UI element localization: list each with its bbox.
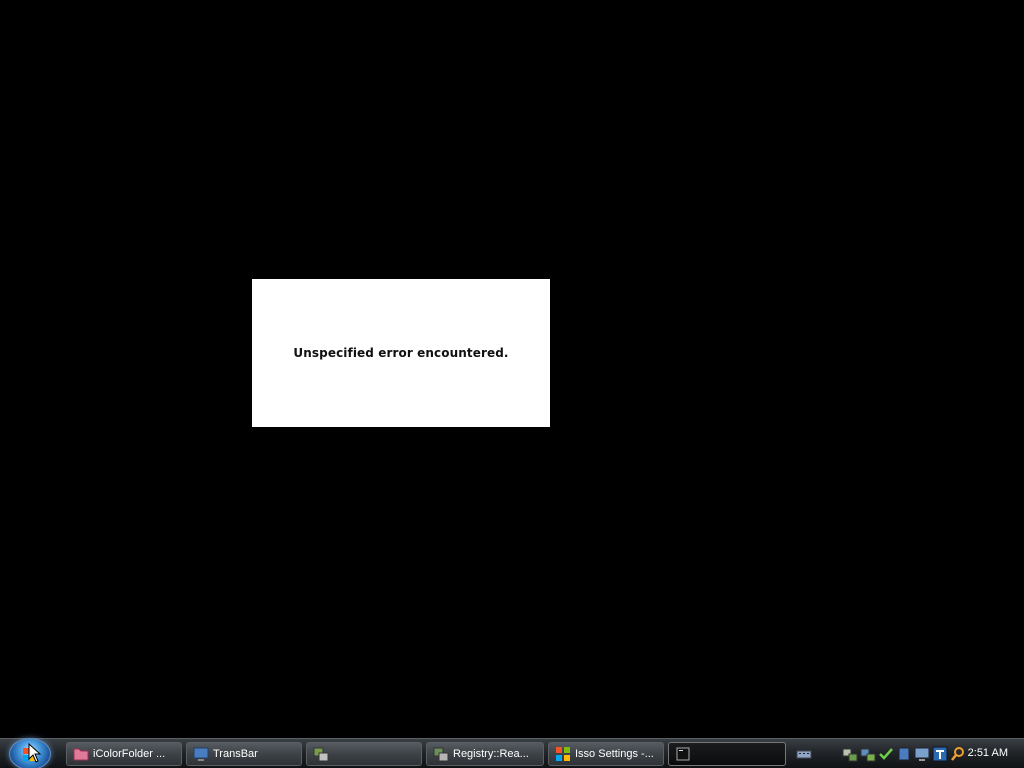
taskbar-button-label: Registry::Rea... — [453, 748, 529, 760]
volume-icon[interactable] — [896, 746, 912, 762]
monitor-icon — [193, 747, 209, 761]
taskbar: iColorFolder ... TransBar Registry::Rea.… — [0, 738, 1024, 768]
monitor-tray-icon[interactable] — [914, 746, 930, 762]
app-window-icon — [313, 747, 329, 762]
terminal-icon — [676, 747, 690, 761]
taskbar-button-app[interactable] — [306, 742, 422, 766]
network2-icon[interactable] — [860, 746, 876, 762]
taskbar-button-isso-settings[interactable]: Isso Settings -... — [548, 742, 664, 766]
keyboard-icon[interactable] — [796, 746, 812, 762]
settings-icon — [556, 747, 570, 761]
registry-icon — [433, 747, 449, 762]
taskbar-button-label: iColorFolder ... — [93, 748, 166, 760]
mouse-cursor-icon — [28, 743, 42, 763]
checkmark-icon[interactable] — [878, 746, 894, 762]
taskbar-button-terminal[interactable] — [668, 742, 786, 766]
taskbar-button-label: Isso Settings -... — [575, 748, 654, 760]
network-icon[interactable] — [842, 746, 858, 762]
taskbar-button-label: TransBar — [213, 748, 258, 760]
text-icon[interactable] — [932, 746, 948, 762]
taskbar-button-registry[interactable]: Registry::Rea... — [426, 742, 544, 766]
search-icon[interactable] — [950, 746, 966, 762]
clock[interactable]: 2:51 AM — [968, 747, 1008, 759]
taskbar-button-transbar[interactable]: TransBar — [186, 742, 302, 766]
error-message: Unspecified error encountered. — [293, 346, 509, 360]
error-dialog: Unspecified error encountered. — [252, 279, 550, 427]
desktop: Unspecified error encountered. — [0, 0, 1024, 738]
folder-icon — [73, 748, 89, 761]
taskbar-button-icolorfolder[interactable]: iColorFolder ... — [66, 742, 182, 766]
